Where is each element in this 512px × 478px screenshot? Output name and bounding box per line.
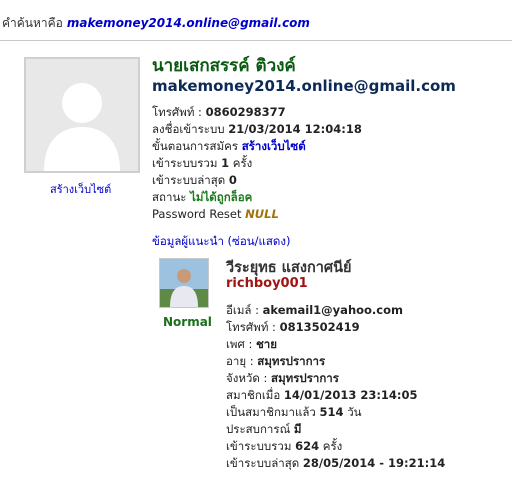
last-login-label: เข้าระบบล่าสุด [152, 173, 226, 187]
ref-last-login-label: เข้าระบบล่าสุด [226, 456, 300, 470]
referrer-last-login-row: เข้าระบบล่าสุด 28/05/2014 - 19:21:14 [226, 455, 445, 471]
step-value: สร้างเว็บไซต์ [241, 139, 306, 153]
ref-total-logins-label: เข้าระบบรวม [226, 439, 292, 453]
referrer-username[interactable]: richboy001 [226, 276, 308, 291]
create-website-link[interactable]: สร้างเว็บไซต์ [50, 180, 111, 198]
registered-value: 21/03/2014 12:04:18 [228, 122, 362, 136]
registered-label: ลงชื่อเข้าระบบ [152, 122, 225, 136]
ref-gender-label: เพศ : [226, 337, 253, 351]
search-query-line: คำค้นหาคือ makemoney2014.online@gmail.com [2, 14, 310, 33]
referrer-phone-row: โทรศัพท์ : 0813502419 [226, 319, 360, 335]
profile-photo-placeholder [24, 57, 140, 173]
member-name: นายเสกสรรค์ ติวงค์ [152, 56, 296, 76]
status-label: สถานะ [152, 190, 187, 204]
referrer-total-logins-row: เข้าระบบรวม 624 ครั้ง [226, 438, 342, 454]
step-label: ขั้นตอนการสมัคร [152, 139, 239, 153]
referrer-province-row: จังหวัด : สมุทรปราการ [226, 370, 339, 386]
member-phone-row: โทรศัพท์ : 0860298377 [152, 104, 286, 120]
total-logins-value: 1 [221, 156, 230, 170]
ref-experience-label: ประสบการณ์ [226, 422, 291, 436]
member-status-row: สถานะ ไม่ได้ถูกล็อค [152, 189, 252, 205]
ref-experience-value: มี [293, 422, 302, 436]
referrer-joined-row: สมาชิกเมื่อ 14/01/2013 23:14:05 [226, 387, 418, 403]
last-login-value: 0 [228, 173, 237, 187]
referrer-level-badge: Normal [163, 315, 212, 329]
person-photo-icon [160, 259, 208, 307]
member-total-logins-row: เข้าระบบรวม 1 ครั้ง [152, 155, 252, 171]
referrer-district-row: อายุ : สมุทรปราการ [226, 353, 325, 369]
ref-email-label: อีเมล์ : [226, 303, 259, 317]
ref-last-login-value: 28/05/2014 - 19:21:14 [302, 456, 446, 470]
total-logins-unit: ครั้ง [232, 156, 253, 170]
ref-total-logins-value: 624 [295, 439, 320, 453]
password-reset-value: NULL [245, 207, 279, 221]
ref-district-value: สมุทรปราการ [257, 354, 326, 368]
ref-joined-label: สมาชิกเมื่อ [226, 388, 281, 402]
referrer-gender-row: เพศ : ชาย [226, 336, 277, 352]
status-value: ไม่ได้ถูกล็อค [190, 190, 253, 204]
phone-label: โทรศัพท์ : [152, 105, 202, 119]
default-avatar-icon [26, 59, 138, 171]
referrer-avatar[interactable] [159, 258, 209, 308]
member-registered-row: ลงชื่อเข้าระบบ 21/03/2014 12:04:18 [152, 121, 362, 137]
member-step-row: ขั้นตอนการสมัคร สร้างเว็บไซต์ [152, 138, 306, 154]
ref-phone-value: 0813502419 [279, 320, 360, 334]
ref-province-label: จังหวัด : [226, 371, 268, 385]
total-logins-label: เข้าระบบรวม [152, 156, 218, 170]
ref-email-value: akemail1@yahoo.com [262, 303, 403, 317]
search-query-text: makemoney2014.online@gmail.com [66, 16, 310, 30]
phone-value: 0860298377 [205, 105, 286, 119]
referrer-member-days-row: เป็นสมาชิกมาแล้ว 514 วัน [226, 404, 362, 420]
ref-member-days-value: 514 [319, 405, 344, 419]
password-reset-label: Password Reset [152, 207, 242, 221]
ref-phone-label: โทรศัพท์ : [226, 320, 276, 334]
ref-district-label: อายุ : [226, 354, 254, 368]
divider [0, 40, 512, 41]
search-label: คำค้นหาคือ [2, 16, 63, 30]
ref-gender-value: ชาย [256, 337, 278, 351]
member-password-reset-row: Password Reset NULL [152, 206, 279, 222]
referrer-experience-row: ประสบการณ์ มี [226, 421, 302, 437]
ref-member-days-label: เป็นสมาชิกมาแล้ว [226, 405, 316, 419]
ref-member-days-unit: วัน [347, 405, 362, 419]
member-last-login-row: เข้าระบบล่าสุด 0 [152, 172, 237, 188]
member-email: makemoney2014.online@gmail.com [152, 77, 456, 95]
referrer-email-row: อีเมล์ : akemail1@yahoo.com [226, 302, 403, 318]
referrer-toggle-link[interactable]: ข้อมูลผู้แนะนำ (ซ่อน/แสดง) [152, 233, 291, 251]
ref-total-logins-unit: ครั้ง [322, 439, 343, 453]
ref-joined-value: 14/01/2013 23:14:05 [283, 388, 418, 402]
ref-province-value: สมุทรปราการ [271, 371, 339, 385]
